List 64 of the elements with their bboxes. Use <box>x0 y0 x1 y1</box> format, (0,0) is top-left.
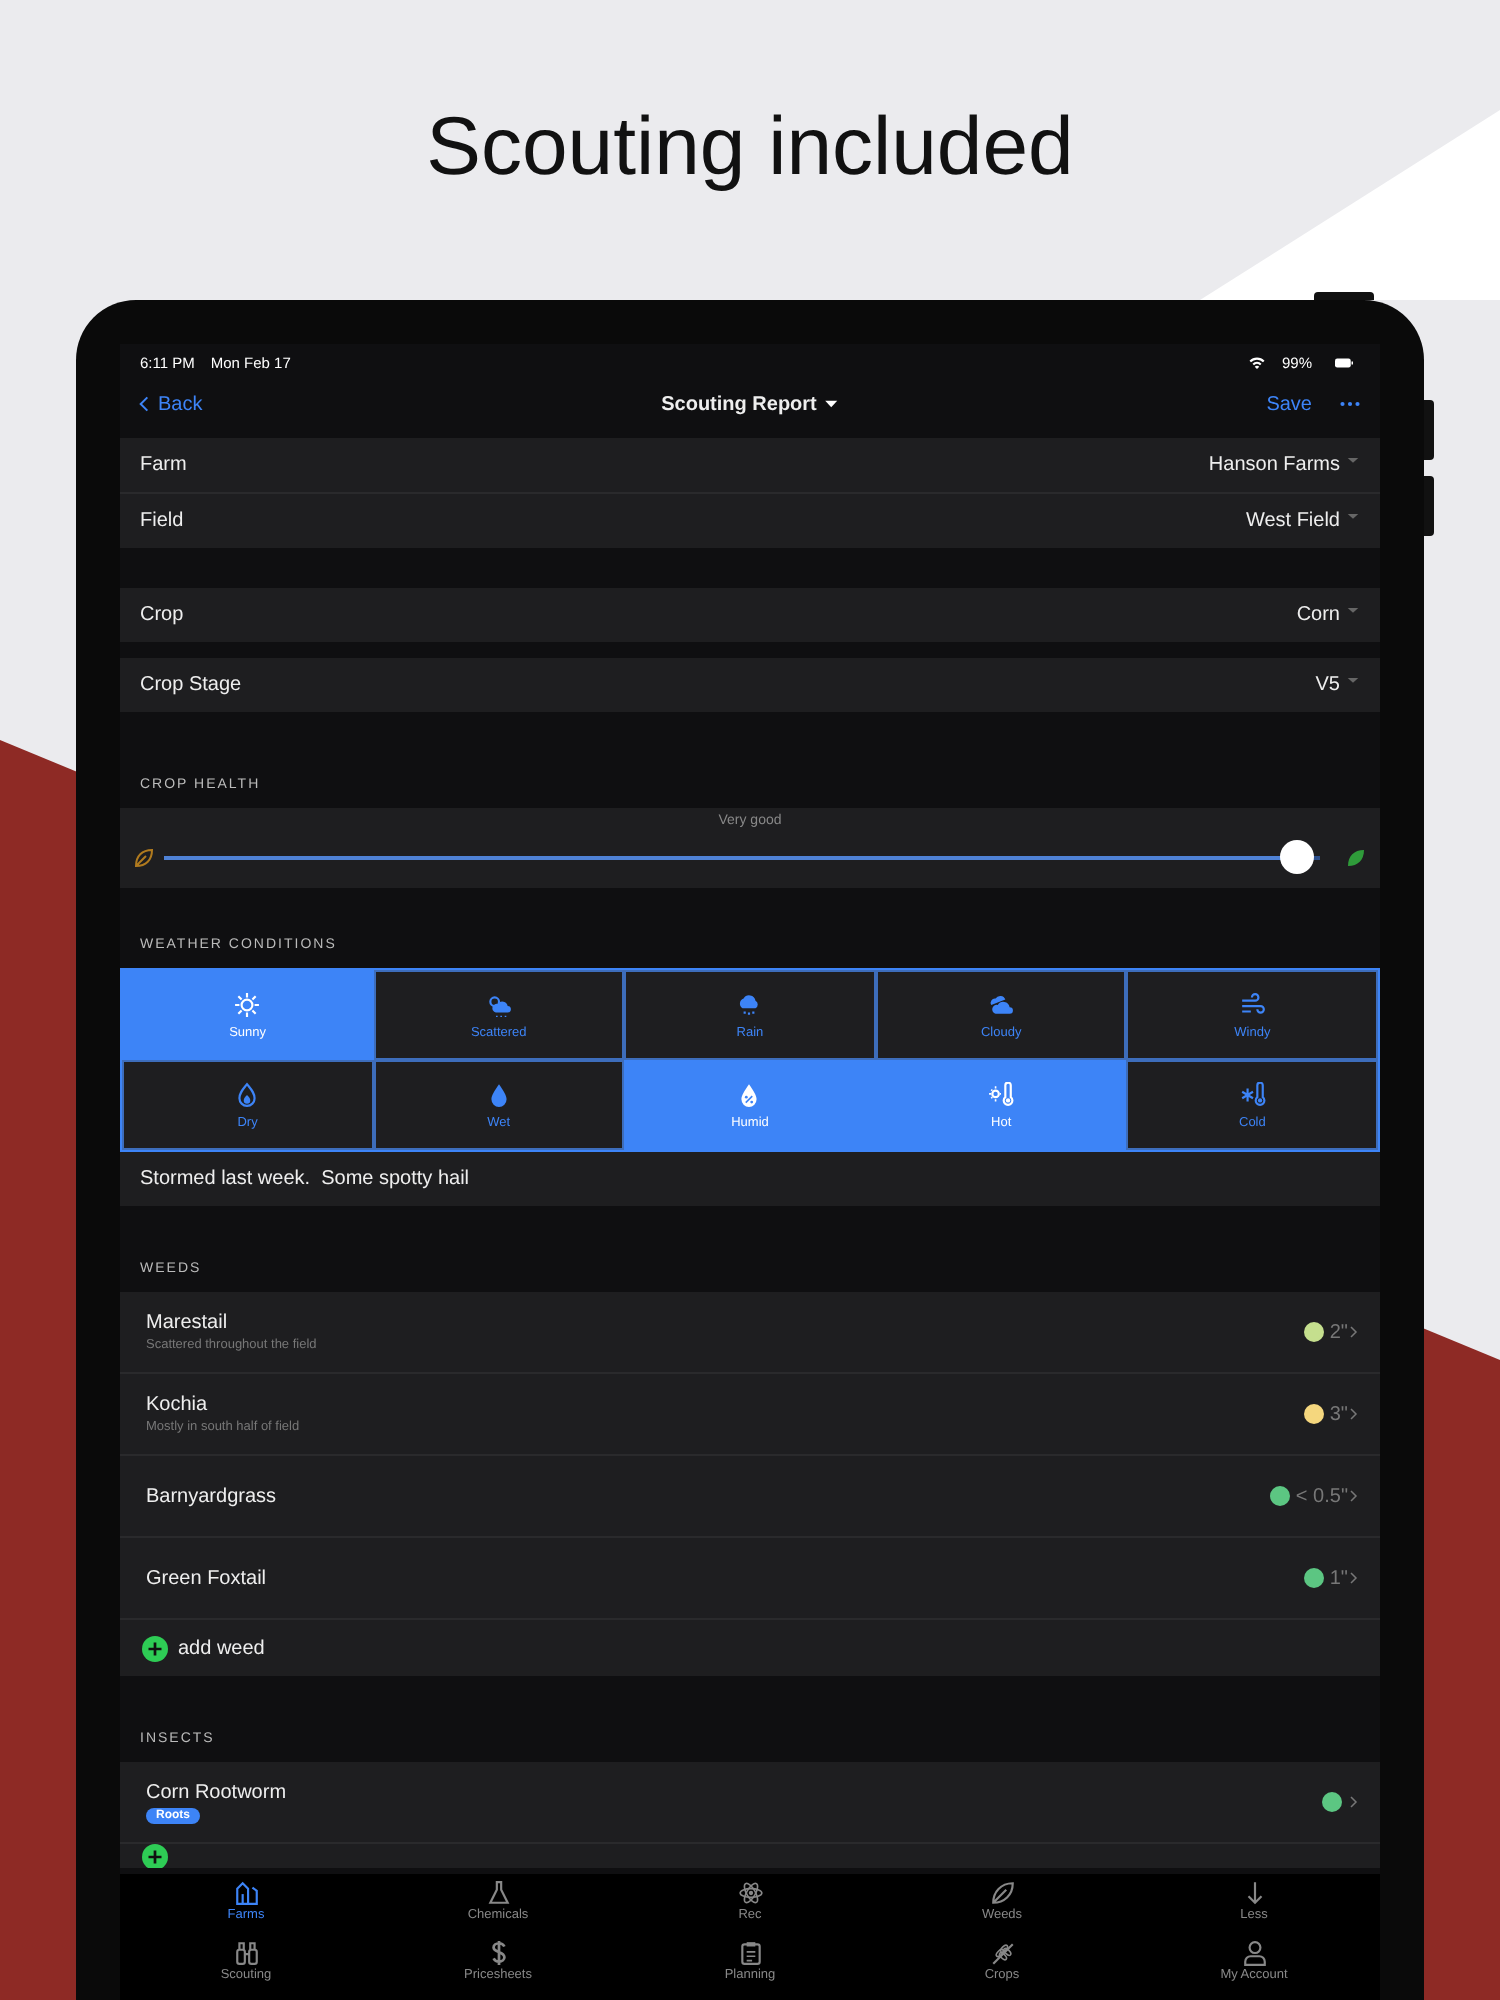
caret-down-icon <box>1346 509 1360 523</box>
weed-name: Barnyardgrass <box>146 1485 277 1507</box>
headline: Scouting included <box>424 98 1076 196</box>
weed-size: 1" <box>1329 1567 1348 1589</box>
back-button[interactable]: Back <box>136 392 203 416</box>
barn-icon <box>233 1880 259 1906</box>
rain-cloud-icon <box>736 991 763 1017</box>
plus-circle-icon[interactable] <box>142 1844 168 1868</box>
chevron-right-icon <box>1348 1792 1360 1812</box>
cloud-icon <box>988 991 1015 1017</box>
weed-name: Kochia <box>146 1394 210 1416</box>
snow-thermometer-icon <box>1239 1081 1266 1107</box>
dropdown-row[interactable]: Crop Corn <box>120 588 1380 642</box>
dropdown-value: V5 <box>1315 674 1340 696</box>
field-label: Farm <box>140 454 187 476</box>
plus-circle-icon <box>142 1635 168 1661</box>
weed-name: Marestail <box>146 1312 230 1334</box>
chevron-right-icon <box>1348 1322 1360 1342</box>
chevron-left-icon <box>136 392 152 416</box>
weed-row[interactable]: Barnyardgrass < 0.5" <box>120 1456 1380 1538</box>
wilted-leaf-icon <box>132 846 156 870</box>
weed-size: 2" <box>1329 1321 1348 1343</box>
drop-icon <box>485 1081 512 1107</box>
insect-name: Corn Rootworm <box>146 1781 287 1803</box>
dropdown-value: Hanson Farms <box>1208 454 1340 476</box>
caret-down-icon <box>1346 673 1360 687</box>
chevron-right-icon <box>1348 1404 1360 1424</box>
wind-icon <box>1239 991 1266 1017</box>
dropdown-row[interactable]: Farm Hanson Farms <box>120 438 1380 494</box>
chevron-right-icon <box>1348 1568 1360 1588</box>
add-weed-button[interactable]: add weed <box>120 1620 287 1676</box>
wheat-icon <box>989 1940 1015 1966</box>
field-label: Crop <box>140 604 184 626</box>
caret-down-icon <box>1346 603 1360 617</box>
dropdown-value: West Field <box>1245 510 1340 532</box>
person-icon <box>1241 1940 1267 1966</box>
clipboard-icon <box>737 1940 763 1966</box>
sun-cloud-icon <box>485 991 512 1017</box>
field-label: Field <box>140 510 184 532</box>
leaf-icon <box>1344 846 1368 870</box>
sun-icon <box>234 991 261 1017</box>
weed-size: 3" <box>1329 1403 1348 1425</box>
wifi-icon <box>1247 353 1266 371</box>
binoculars-icon <box>233 1940 259 1966</box>
flask-icon <box>485 1880 511 1906</box>
flame-icon <box>234 1081 261 1107</box>
chevron-right-icon <box>1348 1486 1360 1506</box>
save-button[interactable]: Save <box>1266 393 1312 415</box>
dropdown-row[interactable]: Field West Field <box>120 494 1380 548</box>
caret-down-icon <box>1346 453 1360 467</box>
weather-notes: Stormed last week. Some spotty hail <box>120 1152 1380 1206</box>
atom-icon <box>737 1880 763 1906</box>
leaf-icon <box>989 1880 1015 1906</box>
weed-size: < 0.5" <box>1295 1485 1348 1507</box>
humidity-icon <box>736 1081 763 1107</box>
weed-row[interactable]: Green Foxtail 1" <box>120 1538 1380 1620</box>
field-label: Crop Stage <box>140 674 242 696</box>
weed-name: Green Foxtail <box>146 1567 267 1589</box>
dropdown-row[interactable]: Crop Stage V5 <box>120 658 1380 712</box>
sun-thermometer-icon <box>988 1081 1015 1107</box>
title-dropdown[interactable]: Scouting Report <box>661 393 839 415</box>
caret-down-icon <box>822 396 839 412</box>
slider-thumb[interactable] <box>1280 840 1315 874</box>
dropdown-value: Corn <box>1296 604 1340 626</box>
